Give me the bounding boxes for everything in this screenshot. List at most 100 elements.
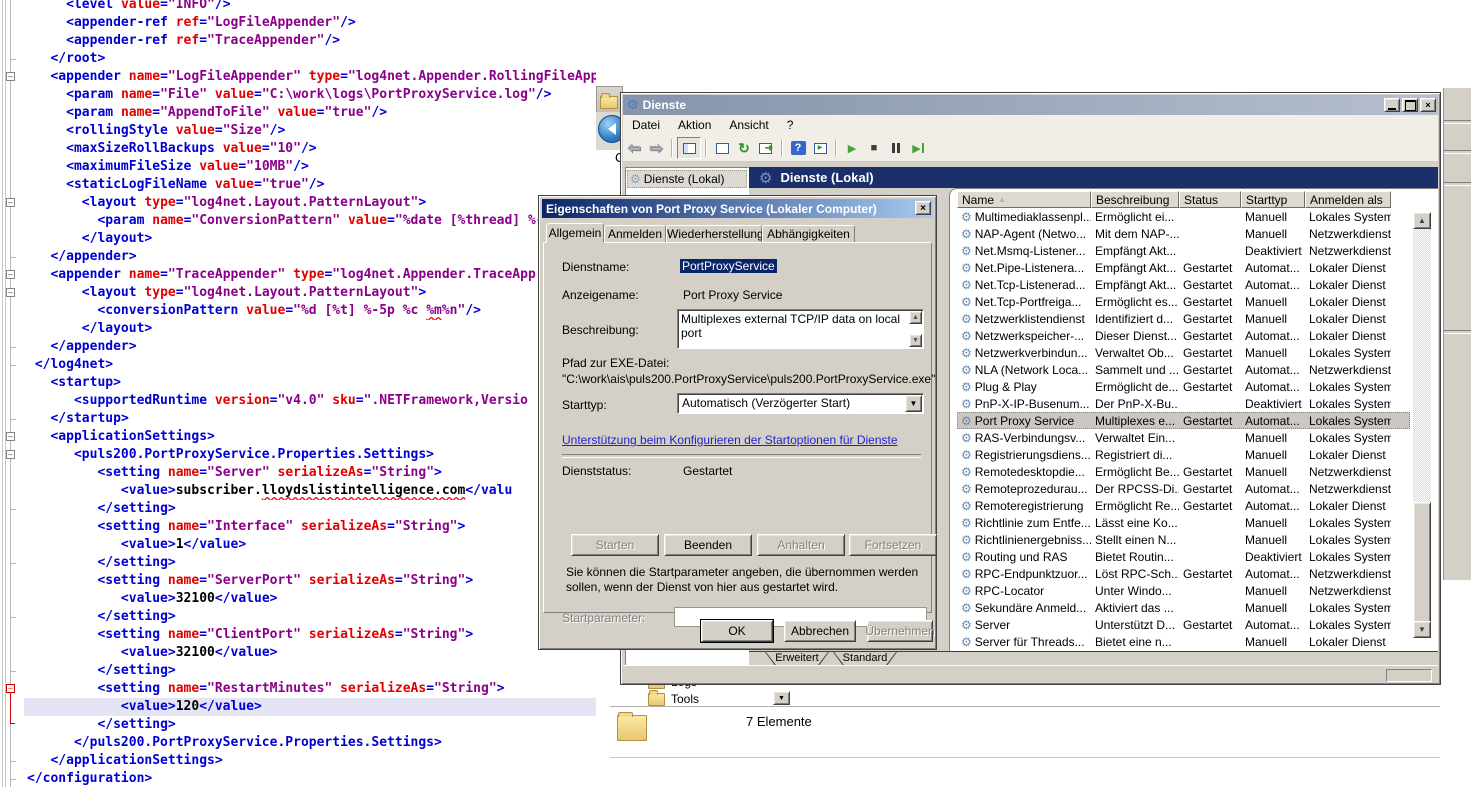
scroll-down-button[interactable]: ▼: [1413, 621, 1431, 638]
service-row[interactable]: ⚙Multimediaklassenpl...Ermöglicht ei...M…: [957, 208, 1410, 225]
fold-toggle-icon-active[interactable]: –: [6, 684, 15, 693]
tab-erweitert[interactable]: Erweitert: [765, 652, 829, 666]
tree-item-dienste-lokal[interactable]: ⚙ Dienste (Lokal): [627, 170, 747, 188]
dialog-close-icon[interactable]: ×: [915, 201, 931, 215]
service-row[interactable]: ⚙NLA (Network Loca...Sammelt und ...Gest…: [957, 361, 1410, 378]
service-row[interactable]: ⚙RAS-Verbindungsv...Verwaltet Ein...Manu…: [957, 429, 1410, 446]
stop-service-icon[interactable]: ■: [863, 138, 885, 158]
code-line[interactable]: <supportedRuntime version="v4.0" sku=".N…: [24, 392, 596, 410]
abbrechen-button[interactable]: Abbrechen: [784, 620, 856, 642]
column-header-status[interactable]: Status: [1179, 191, 1241, 208]
code-line[interactable]: <layout type="log4net.Layout.PatternLayo…: [24, 284, 596, 302]
service-row[interactable]: ⚙RPC-Endpunktzuor...Löst RPC-Sch...Gesta…: [957, 565, 1410, 582]
service-row[interactable]: ⚙Net.Pipe-Listenera...Empfängt Akt...Ges…: [957, 259, 1410, 276]
code-line[interactable]: <appender-ref ref="LogFileAppender"/>: [24, 14, 596, 32]
code-line[interactable]: </setting>: [24, 608, 596, 626]
pause-service-icon[interactable]: [885, 138, 907, 158]
code-line[interactable]: <value>1</value>: [24, 536, 596, 554]
combo-arrow-icon[interactable]: ▼: [905, 395, 922, 412]
code-line[interactable]: </setting>: [24, 500, 596, 518]
service-row[interactable]: ⚙NetzwerklistendienstIdentifiziert d...G…: [957, 310, 1410, 327]
code-line[interactable]: <puls200.PortProxyService.Properties.Set…: [24, 446, 596, 464]
close-button[interactable]: ×: [1420, 98, 1436, 112]
tab-standard[interactable]: Standard: [833, 652, 897, 666]
ok-button[interactable]: OK: [701, 620, 773, 642]
code-line[interactable]: </startup>: [24, 410, 596, 428]
service-row[interactable]: ⚙Netzwerkverbindun...Verwaltet Ob...Gest…: [957, 344, 1410, 361]
code-line[interactable]: <value>32100</value>: [24, 590, 596, 608]
service-row[interactable]: ⚙Sekundäre Anmeld...Aktiviert das ...Man…: [957, 599, 1410, 616]
beschreibung-textbox[interactable]: Multiplexes external TCP/IP data on loca…: [677, 309, 924, 349]
textbox-scroll-up-icon[interactable]: ▲: [909, 311, 922, 324]
code-line[interactable]: <appender name="TraceAppender" type="log…: [24, 266, 596, 284]
dialog-tab-wiederherstellung[interactable]: Wiederherstellung: [666, 225, 762, 243]
service-row[interactable]: ⚙NAP-Agent (Netwo...Mit dem NAP-...Manue…: [957, 225, 1410, 242]
fold-toggle-icon[interactable]: –: [6, 270, 15, 279]
code-line[interactable]: </configuration>: [24, 770, 596, 787]
service-row[interactable]: ⚙Net.Tcp-Listenerad...Empfängt Akt...Ges…: [957, 276, 1410, 293]
combo-dropdown-button[interactable]: ▼: [773, 691, 790, 705]
beenden-button[interactable]: Beenden: [664, 534, 752, 556]
service-row[interactable]: ⚙Net.Msmq-Listener...Empfängt Akt...Deak…: [957, 242, 1410, 259]
show-console-tree-icon[interactable]: [677, 137, 701, 159]
fold-toggle-icon[interactable]: –: [6, 288, 15, 297]
code-line[interactable]: </root>: [24, 50, 596, 68]
properties-icon[interactable]: [711, 138, 733, 158]
code-line[interactable]: <conversionPattern value="%d [%t] %-5p %…: [24, 302, 596, 320]
start-service-icon[interactable]: ▶: [841, 138, 863, 158]
service-row[interactable]: ⚙RemoteregistrierungErmöglicht Re...Gest…: [957, 497, 1410, 514]
code-line[interactable]: <level value="INFO"/>: [24, 0, 596, 14]
code-line[interactable]: <rollingStyle value="Size"/>: [24, 122, 596, 140]
code-line[interactable]: <applicationSettings>: [24, 428, 596, 446]
menu-datei[interactable]: Datei: [623, 116, 669, 134]
service-row[interactable]: ⚙Netzwerkspeicher-...Dieser Dienst...Ges…: [957, 327, 1410, 344]
code-line[interactable]: <setting name="ClientPort" serializeAs="…: [24, 626, 596, 644]
code-line[interactable]: <setting name="Interface" serializeAs="S…: [24, 518, 596, 536]
code-line[interactable]: <appender name="LogFileAppender" type="l…: [24, 68, 596, 86]
code-line[interactable]: <value>subscriber.lloydslistintelligence…: [24, 482, 596, 500]
services-titlebar[interactable]: ⚙ Dienste ×: [623, 95, 1438, 115]
xml-code-editor[interactable]: <level value="INFO"/> <appender-ref ref=…: [0, 0, 600, 787]
code-line[interactable]: <param name="File" value="C:\work\logs\P…: [24, 86, 596, 104]
fold-toggle-icon[interactable]: –: [6, 72, 15, 81]
fold-toggle-icon[interactable]: –: [6, 432, 15, 441]
code-line[interactable]: <value>120</value>: [24, 698, 596, 716]
code-line[interactable]: </applicationSettings>: [24, 752, 596, 770]
code-line[interactable]: <setting name="ServerPort" serializeAs="…: [24, 572, 596, 590]
forward-icon[interactable]: ⇨: [645, 138, 667, 158]
help-icon[interactable]: ?: [787, 138, 809, 158]
code-line[interactable]: </layout>: [24, 230, 596, 248]
code-line[interactable]: <maxSizeRollBackups value="10"/>: [24, 140, 596, 158]
service-row[interactable]: ⚙PnP-X-IP-Busenum...Der PnP-X-Bu...Deakt…: [957, 395, 1410, 412]
code-line[interactable]: <staticLogFileName value="true"/>: [24, 176, 596, 194]
code-line[interactable]: </appender>: [24, 338, 596, 356]
code-line[interactable]: </setting>: [24, 662, 596, 680]
code-line[interactable]: <param name="ConversionPattern" value="%…: [24, 212, 596, 230]
scroll-thumb[interactable]: [1413, 502, 1431, 632]
code-line[interactable]: </setting>: [24, 554, 596, 572]
starttyp-combobox[interactable]: Automatisch (Verzögerter Start) ▼: [677, 393, 924, 414]
fold-toggle-icon[interactable]: –: [6, 198, 15, 207]
scroll-up-button[interactable]: ▲: [1413, 212, 1431, 229]
dialog-tab-abhängigkeiten[interactable]: Abhängigkeiten: [762, 225, 855, 243]
column-header-name[interactable]: Name▲: [957, 191, 1091, 208]
code-line[interactable]: <param name="AppendToFile" value="true"/…: [24, 104, 596, 122]
back-icon[interactable]: ⇦: [623, 138, 645, 158]
code-line[interactable]: </puls200.PortProxyService.Properties.Se…: [24, 734, 596, 752]
column-header-starttyp[interactable]: Starttyp: [1241, 191, 1305, 208]
service-row[interactable]: ⚙Net.Tcp-Portfreiga...Ermöglicht es...Ge…: [957, 293, 1410, 310]
maximize-button[interactable]: [1402, 98, 1418, 112]
services-scrollbar[interactable]: ▲ ▼: [1413, 212, 1431, 638]
code-line[interactable]: <setting name="RestartMinutes" serialize…: [24, 680, 596, 698]
code-line[interactable]: </layout>: [24, 320, 596, 338]
code-line[interactable]: <appender-ref ref="TraceAppender"/>: [24, 32, 596, 50]
service-row[interactable]: ⚙ServerUnterstützt D...GestartetAutomat.…: [957, 616, 1410, 633]
service-row[interactable]: ⚙Registrierungsdiens...Registriert di...…: [957, 446, 1410, 463]
code-lines[interactable]: <level value="INFO"/> <appender-ref ref=…: [24, 0, 596, 787]
dialog-tab-anmelden[interactable]: Anmelden: [604, 225, 666, 243]
dialog-titlebar[interactable]: Eigenschaften von Port Proxy Service (Lo…: [542, 199, 933, 218]
dialog-tab-allgemein[interactable]: Allgemein: [546, 223, 604, 243]
menu-ansicht[interactable]: Ansicht: [720, 116, 777, 134]
service-row[interactable]: ⚙Remotedesktopdie...Ermöglicht Be...Gest…: [957, 463, 1410, 480]
code-line[interactable]: <setting name="Server" serializeAs="Stri…: [24, 464, 596, 482]
